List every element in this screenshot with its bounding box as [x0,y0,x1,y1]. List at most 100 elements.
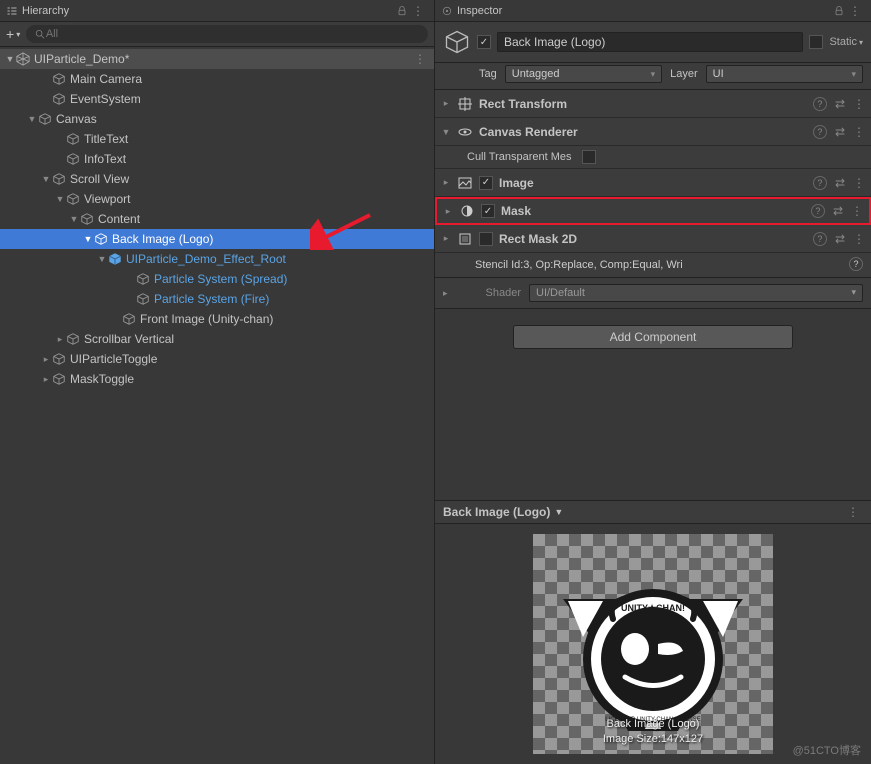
inspector-panel: Inspector ⋮ ✓ Back Image (Logo) Static ▾… [435,0,871,764]
preset-icon[interactable]: ⇄ [835,176,845,190]
tree-item-info-text[interactable]: InfoText [0,149,434,169]
shader-dropdown[interactable]: UI/Default▾ [529,284,863,302]
foldout-icon[interactable]: ▸ [441,98,451,109]
foldout-icon[interactable]: ▸ [40,374,52,385]
tree-item-back-image[interactable]: ▼ Back Image (Logo) [0,229,434,249]
gameobject-icon [80,212,94,226]
tag-dropdown[interactable]: Untagged▾ [505,65,662,83]
add-component-button[interactable]: Add Component [513,325,793,349]
gameobject-icon [52,372,66,386]
component-rect-transform[interactable]: ▸ Rect Transform ?⇄⋮ [435,90,871,118]
gameobject-icon [52,92,66,106]
search-icon [34,28,46,40]
foldout-icon[interactable]: ▼ [26,114,38,124]
component-menu-icon[interactable]: ⋮ [853,176,865,190]
foldout-icon[interactable]: ▼ [82,234,94,244]
tree-item-viewport[interactable]: ▼ Viewport [0,189,434,209]
foldout-icon[interactable]: ▸ [443,206,453,217]
gameobject-icon [66,152,80,166]
tree-item-front-image[interactable]: Front Image (Unity-chan) [0,309,434,329]
preview-header[interactable]: Back Image (Logo) ▼ ⋮ [435,500,871,524]
hierarchy-tree: ▼ UIParticle_Demo* ⋮ Main Camera EventSy… [0,47,434,764]
component-menu-icon[interactable]: ⋮ [853,232,865,246]
tree-item-effect-root[interactable]: ▼ UIParticle_Demo_Effect_Root [0,249,434,269]
foldout-icon[interactable]: ▸ [443,288,453,299]
foldout-icon[interactable]: ▸ [54,334,66,345]
inspector-body: ✓ Back Image (Logo) Static ▾ Tag Untagge… [435,22,871,764]
component-menu-icon[interactable]: ⋮ [851,204,863,218]
gameobject-icon [66,132,80,146]
gameobject-icon [52,172,66,186]
component-name: Canvas Renderer [479,125,807,139]
tree-item-mask-toggle[interactable]: ▸ MaskToggle [0,369,434,389]
tree-item-scroll-view[interactable]: ▼ Scroll View [0,169,434,189]
tree-item-scrollbar[interactable]: ▸ Scrollbar Vertical [0,329,434,349]
component-menu-icon[interactable]: ⋮ [853,97,865,111]
lock-icon[interactable] [833,5,845,17]
gameobject-icon [66,332,80,346]
layer-dropdown[interactable]: UI▾ [706,65,863,83]
create-button[interactable]: +▾ [6,26,20,42]
help-icon[interactable]: ? [813,97,827,111]
tree-item-event-system[interactable]: EventSystem [0,89,434,109]
tree-label: Main Camera [70,72,142,86]
component-mask[interactable]: ▸ ✓ Mask ?⇄⋮ [435,197,871,225]
foldout-icon[interactable]: ▸ [40,354,52,365]
add-component-area: Add Component [435,309,871,500]
mask-enabled-checkbox[interactable]: ✓ [481,204,495,218]
object-name-field[interactable]: Back Image (Logo) [497,32,803,52]
property-label: Cull Transparent Mes [467,151,572,163]
tree-label: Scroll View [70,172,129,186]
rect-mask-enabled-checkbox[interactable] [479,232,493,246]
hierarchy-panel: Hierarchy ⋮ +▾ ▼ UIParticle_Demo* ⋮ Main… [0,0,435,764]
preview-menu-icon[interactable]: ⋮ [843,505,863,519]
lock-icon[interactable] [396,5,408,17]
preset-icon[interactable]: ⇄ [835,125,845,139]
preset-icon[interactable]: ⇄ [835,97,845,111]
image-enabled-checkbox[interactable]: ✓ [479,176,493,190]
preset-icon[interactable]: ⇄ [833,204,843,218]
foldout-icon[interactable]: ▼ [68,214,80,224]
component-image[interactable]: ▸ ✓ Image ?⇄⋮ [435,169,871,197]
tree-item-main-camera[interactable]: Main Camera [0,69,434,89]
foldout-icon[interactable]: ▸ [441,177,451,188]
component-menu-icon[interactable]: ⋮ [853,125,865,139]
search-box[interactable] [26,25,428,43]
foldout-icon[interactable]: ▼ [40,174,52,184]
help-icon[interactable]: ? [813,125,827,139]
tree-item-ps-fire[interactable]: Particle System (Fire) [0,289,434,309]
active-checkbox[interactable]: ✓ [477,35,491,49]
cull-checkbox[interactable] [582,150,596,164]
search-input[interactable] [46,28,420,40]
tree-item-title-text[interactable]: TitleText [0,129,434,149]
help-icon[interactable]: ? [849,257,863,271]
foldout-icon[interactable]: ▼ [96,254,108,264]
unity-chan-logo: UNITY★CHAN! LICENSED UNITY-CHAN LICENSE [553,549,753,739]
component-rect-mask-2d[interactable]: ▸ Rect Mask 2D ?⇄⋮ [435,225,871,253]
help-icon[interactable]: ? [813,176,827,190]
rect-mask-icon [457,231,473,247]
tree-item-ps-spread[interactable]: Particle System (Spread) [0,269,434,289]
tree-item-uiparticle-toggle[interactable]: ▸ UIParticleToggle [0,349,434,369]
foldout-icon[interactable]: ▸ [441,233,451,244]
scene-menu-icon[interactable]: ⋮ [414,52,434,66]
hierarchy-menu-icon[interactable]: ⋮ [408,4,428,18]
tree-item-canvas[interactable]: ▼ Canvas [0,109,434,129]
tree-item-content[interactable]: ▼ Content [0,209,434,229]
tree-label: UIParticleToggle [70,352,157,366]
inspector-menu-icon[interactable]: ⋮ [845,4,865,18]
static-checkbox[interactable] [809,35,823,49]
tree-label: Front Image (Unity-chan) [140,312,273,326]
material-header[interactable]: Stencil Id:3, Op:Replace, Comp:Equal, Wr… [435,253,871,278]
help-icon[interactable]: ? [811,204,825,218]
hierarchy-toolbar: +▾ [0,22,434,47]
help-icon[interactable]: ? [813,232,827,246]
scene-row[interactable]: ▼ UIParticle_Demo* ⋮ [0,49,434,69]
foldout-icon[interactable]: ▼ [441,127,451,137]
preset-icon[interactable]: ⇄ [835,232,845,246]
component-canvas-renderer[interactable]: ▼ Canvas Renderer ? ⇄ ⋮ [435,118,871,146]
shader-row: ▸ Shader UI/Default▾ [435,278,871,309]
tree-label: UIParticle_Demo_Effect_Root [126,252,286,266]
foldout-icon[interactable]: ▼ [54,194,66,204]
foldout-icon[interactable]: ▼ [4,54,16,64]
